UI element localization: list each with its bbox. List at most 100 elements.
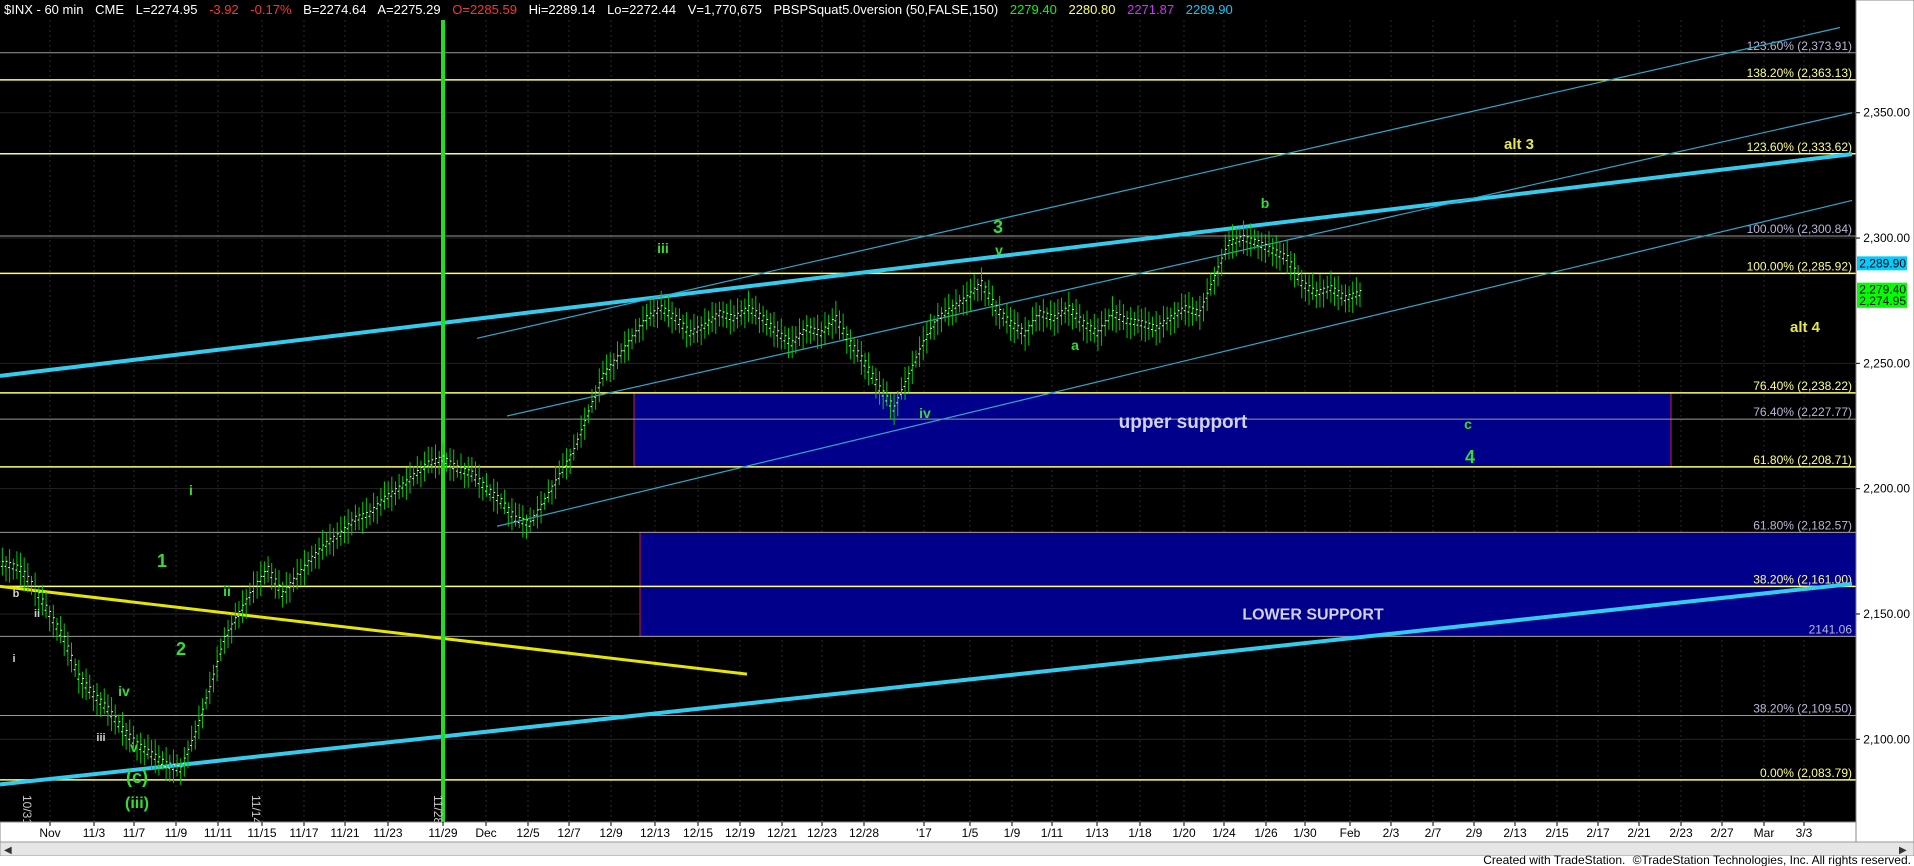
x-tick-label: 2/13 — [1503, 826, 1527, 840]
x-tick-label: 12/19 — [725, 826, 755, 840]
x-tick-label: 3/3 — [1796, 826, 1813, 840]
y-tick-label: 2,250.00 — [1863, 356, 1910, 370]
x-tick-label: 12/23 — [807, 826, 837, 840]
x-tick-label: 11/23 — [373, 826, 402, 840]
svg-text:$INX - 60 min CME L=22: $INX - 60 min CME L=2274.95 -3.92 -0.17%… — [4, 2, 1233, 17]
wave-label-green-big: 2 — [176, 639, 186, 659]
header-ind-value-3: 2271.87 — [1127, 2, 1174, 17]
wave-label-green-small: iv — [118, 683, 130, 699]
wave-label-green-big: 4 — [1465, 447, 1475, 467]
header-symbol: $INX - 60 min — [4, 2, 83, 17]
fib-level-label: 138.20% (2,363.13) — [1747, 66, 1852, 80]
x-tick-label: 12/21 — [767, 826, 797, 840]
wave-label-green-small: ii — [223, 583, 231, 599]
header-last: L=2274.95 — [136, 2, 198, 17]
wave-label-green-small: a — [1071, 337, 1079, 353]
y-tick-label: 2,350.00 — [1863, 106, 1910, 120]
header-indicator: PBSPSquat5.0version (50,FALSE,150) — [773, 2, 998, 17]
header-ind-value-2: 2280.80 — [1068, 2, 1115, 17]
wave-label-yellow: alt 3 — [1504, 136, 1534, 153]
header-bid: B=2274.64 — [303, 2, 366, 17]
wave-label-green-small: c — [1464, 416, 1472, 432]
wave-label-green-small: iv — [919, 405, 931, 421]
lower-support-label: LOWER SUPPORT — [1242, 606, 1384, 623]
x-tick-label: 11/17 — [289, 826, 318, 840]
header-change: -3.92 — [209, 2, 239, 17]
x-tick-label: 12/5 — [516, 826, 540, 840]
x-tick-label: 11/7 — [123, 826, 146, 840]
wave-label-green-small: b — [13, 588, 20, 600]
x-tick-label: 1/5 — [962, 826, 979, 840]
y-tick-label: 2,300.00 — [1863, 231, 1910, 245]
x-tick-label: 12/28 — [849, 826, 879, 840]
header-high: Hi=2289.14 — [529, 2, 596, 17]
x-tick-label: Dec — [475, 826, 496, 840]
x-tick-label: 2/27 — [1710, 826, 1734, 840]
fib-level-label: 100.00% (2,285.92) — [1747, 259, 1852, 273]
x-tick-label: 11/11 — [204, 826, 233, 840]
fib-level-label: 123.60% (2,333.62) — [1747, 140, 1852, 154]
x-tick-label: 11/29 — [428, 826, 457, 840]
fib-level-label: 100.00% (2,300.84) — [1747, 222, 1852, 236]
header-ind-value-1: 2279.40 — [1010, 2, 1057, 17]
x-tick-label: 1/9 — [1004, 826, 1021, 840]
header-volume: V=1,770,675 — [688, 2, 762, 17]
x-tick-label: 1/30 — [1293, 826, 1317, 840]
wave-label-green-small: iii — [657, 240, 669, 256]
header-change-pct: -0.17% — [250, 2, 292, 17]
fib-level-label: 76.40% (2,227.77) — [1753, 405, 1852, 419]
x-tick-label: 11/3 — [83, 826, 106, 840]
x-tick-label: '17 — [916, 826, 932, 840]
wave-label-green-big: 3 — [993, 217, 1003, 237]
x-tick-label: 2/3 — [1383, 826, 1400, 840]
x-tick-label: 12/15 — [683, 826, 713, 840]
header-low: Lo=2272.44 — [607, 2, 676, 17]
wave-label-green-big: (c) — [126, 767, 148, 787]
fib-level-label: 76.40% (2,238.22) — [1753, 379, 1852, 393]
x-tick-label: 1/26 — [1254, 826, 1278, 840]
wave-label-green-big: 1 — [157, 551, 167, 571]
x-tick-label: 11/9 — [165, 826, 188, 840]
y-tick-label: 2,200.00 — [1863, 482, 1910, 496]
footer-created-with: Created with TradeStation. — [1483, 853, 1625, 866]
fib-level-label: 61.80% (2,182.57) — [1753, 518, 1852, 532]
x-tick-label: 2/7 — [1425, 826, 1442, 840]
x-tick-label: 2/9 — [1466, 826, 1483, 840]
wave-label-green-small: ii — [34, 608, 40, 620]
price-chart[interactable]: $INX - 60 min CME L=2274.95 -3.92 -0.17%… — [0, 0, 1914, 866]
header-exchange: CME — [95, 2, 124, 17]
fib-level-label: 0.00% (2,083.79) — [1760, 766, 1852, 780]
wave-label-green-small: iii — [96, 732, 105, 744]
x-tick-label: 1/18 — [1128, 826, 1152, 840]
wave-label-green-small: i — [189, 482, 193, 498]
x-tick-label: 11/21 — [330, 826, 359, 840]
scroll-left-icon[interactable]: ◀ — [4, 845, 12, 856]
wave-label-green-small: v — [130, 739, 138, 755]
fib-level-label: 38.20% (2,109.50) — [1753, 701, 1852, 715]
footer-copyright: ©TradeStation Technologies, Inc. All rig… — [1633, 853, 1911, 866]
price-tag-label: 2,274.95 — [1859, 294, 1906, 308]
svg-text:Created with TradeStation.: Created with TradeStation. ©TradeStation… — [1483, 853, 1911, 866]
wave-label-green-small: v — [995, 242, 1003, 258]
y-tick-label: 2,150.00 — [1863, 607, 1910, 621]
wave-label-green-small: b — [1261, 195, 1270, 211]
y-tick-label: 2,100.00 — [1863, 732, 1910, 746]
x-tick-label: 11/15 — [247, 826, 276, 840]
x-tick-label: 2/23 — [1669, 826, 1693, 840]
header-open: O=2285.59 — [452, 2, 517, 17]
x-tick-label: Nov — [39, 826, 60, 840]
x-tick-label: 12/7 — [557, 826, 581, 840]
fib-level-label: 2141.06 — [1809, 622, 1853, 636]
fib-level-label: 61.80% (2,208.71) — [1753, 453, 1852, 467]
price-tag-label: 2,289.90 — [1859, 256, 1906, 270]
x-tick-label: 2/15 — [1545, 826, 1569, 840]
x-tick-label: 1/13 — [1085, 826, 1109, 840]
x-tick-label: 2/17 — [1586, 826, 1610, 840]
x-tick-label: 12/9 — [599, 826, 623, 840]
wave-label-green-big: (iii) — [125, 795, 149, 812]
x-tick-label: 1/11 — [1041, 826, 1064, 840]
header-ask: A=2275.29 — [377, 2, 440, 17]
x-tick-label: 2/21 — [1627, 826, 1651, 840]
header-ind-value-4: 2289.90 — [1186, 2, 1233, 17]
x-tick-label: 1/24 — [1212, 826, 1236, 840]
